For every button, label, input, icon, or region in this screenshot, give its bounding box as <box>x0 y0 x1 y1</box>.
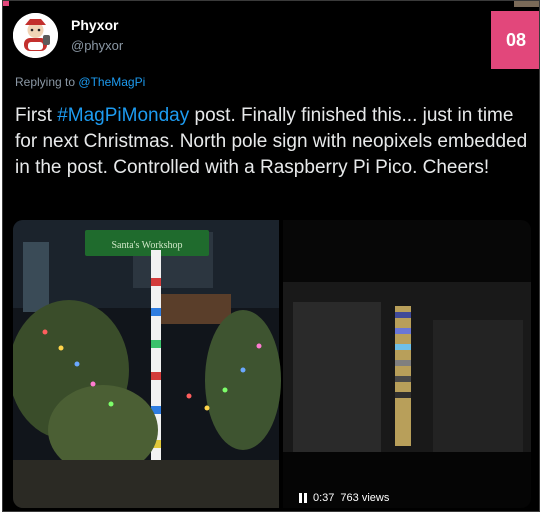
hashtag-link[interactable]: #MagPiMonday <box>57 105 189 126</box>
video-meta[interactable]: 0:37 763 views <box>299 492 389 504</box>
tweet-card: Phyxor @phyxor 08 Replying to @TheMagPi … <box>2 0 540 512</box>
replying-to: Replying to @TheMagPi <box>15 75 145 89</box>
avatar[interactable] <box>13 13 58 58</box>
accent-corner <box>3 1 9 6</box>
tweet-text: First #MagPiMonday post. Finally finishe… <box>15 103 533 181</box>
pause-icon[interactable] <box>299 493 307 503</box>
video-views: 763 views <box>340 492 390 504</box>
page-badge: 08 <box>491 11 539 69</box>
media-images[interactable]: Santa's Workshop <box>13 220 531 508</box>
author-handle[interactable]: @phyxor <box>71 38 123 53</box>
background-strip <box>514 1 539 7</box>
photo-north-pole-sign[interactable]: Santa's Workshop <box>13 220 281 508</box>
author-name[interactable]: Phyxor <box>71 17 118 33</box>
video-thumbnail[interactable] <box>283 220 531 508</box>
tweet-text-part-1: First <box>15 105 58 126</box>
sign-text: Santa's Workshop <box>111 240 182 251</box>
replying-to-link[interactable]: @TheMagPi <box>78 75 145 89</box>
media-grid[interactable]: Santa's Workshop <box>13 220 531 508</box>
avatar-icon <box>13 13 58 58</box>
video-time: 0:37 <box>313 492 335 504</box>
replying-prefix: Replying to <box>15 75 76 89</box>
